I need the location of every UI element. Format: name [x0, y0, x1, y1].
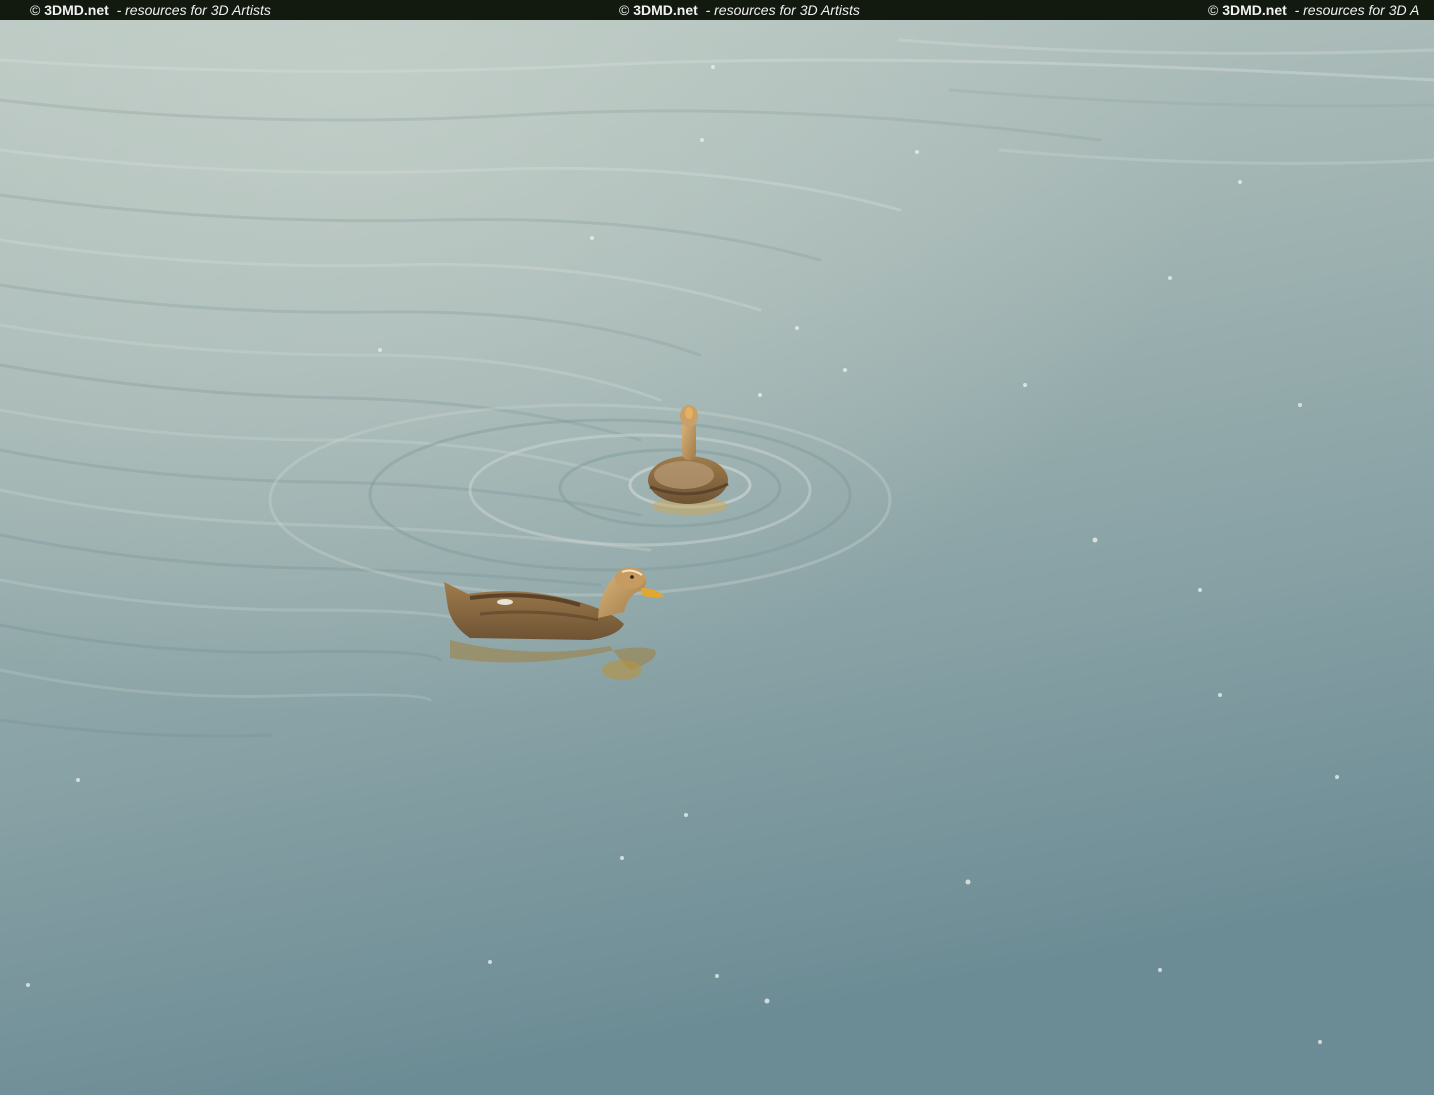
- watermark-1: © 3DMD.net - resources for 3D Artists: [30, 0, 271, 20]
- watermark-tagline: - resources for 3D Artists: [705, 2, 860, 18]
- copyright-symbol: ©: [1208, 2, 1219, 18]
- watermark-brand: 3DMD.net: [44, 2, 109, 18]
- watermark-brand: 3DMD.net: [1222, 2, 1287, 18]
- duck-pond-photo: [0, 20, 1434, 1095]
- light-glow: [0, 20, 1434, 1095]
- copyright-symbol: ©: [30, 2, 41, 18]
- watermark-tagline: - resources for 3D A: [1294, 2, 1420, 18]
- watermark-tagline: - resources for 3D Artists: [116, 2, 271, 18]
- copyright-symbol: ©: [619, 2, 630, 18]
- watermark-banner: © 3DMD.net - resources for 3D Artists © …: [0, 0, 1434, 20]
- watermark-3: © 3DMD.net - resources for 3D A: [1208, 0, 1419, 20]
- watermark-brand: 3DMD.net: [633, 2, 698, 18]
- watermark-2: © 3DMD.net - resources for 3D Artists: [619, 0, 860, 20]
